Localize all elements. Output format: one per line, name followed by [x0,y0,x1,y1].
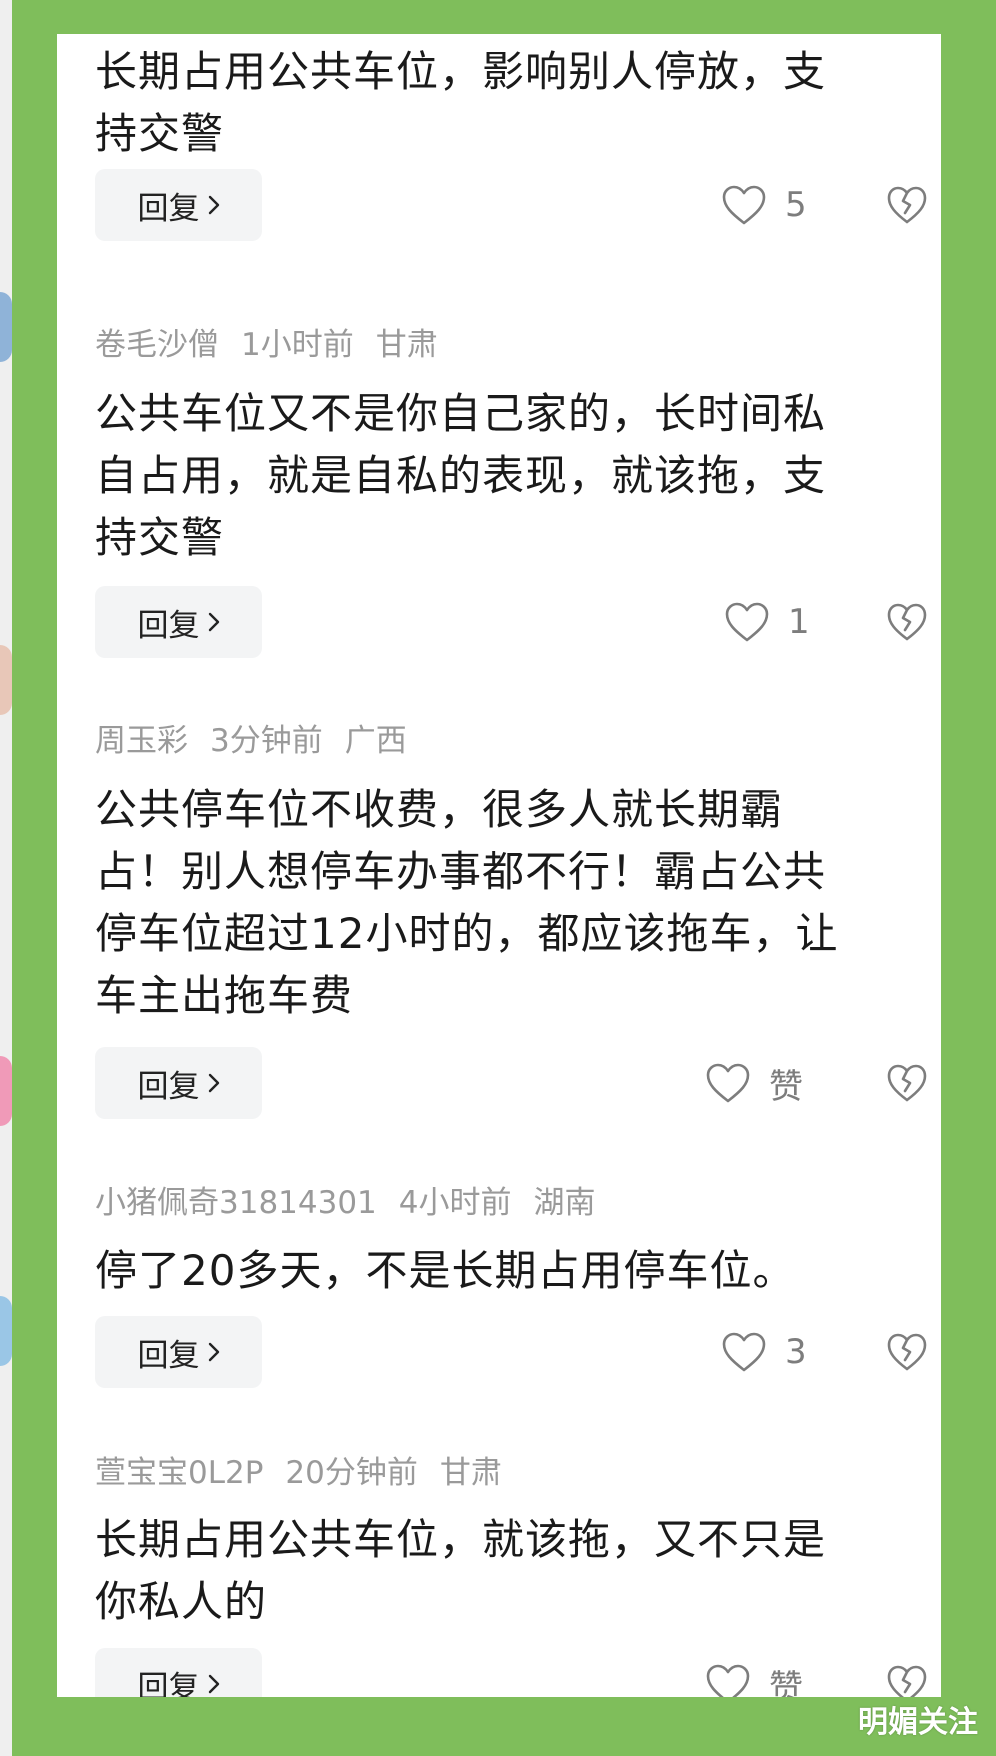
like-button[interactable]: 5 [721,169,807,241]
chevron-right-icon [208,1342,219,1362]
comment-time: 1小时前 [241,327,354,363]
reply-button[interactable]: 回复 [95,1648,262,1697]
comment-meta: 周玉彩 3分钟前 广西 [95,721,429,761]
heart-outline-icon [722,185,766,225]
comment-location: 广西 [344,723,407,759]
chevron-right-icon [208,195,219,215]
reply-button[interactable]: 回复 [95,1047,262,1119]
comment-meta: 小猪佩奇31814301 4小时前 湖南 [95,1183,618,1223]
like-button[interactable]: 赞 [705,1648,803,1697]
heart-outline-icon [722,1332,766,1372]
comment-location: 湖南 [533,1185,596,1221]
like-count: 5 [785,185,807,225]
reply-button[interactable]: 回复 [95,586,262,658]
like-count: 赞 [769,1066,803,1107]
comment-text: 长期占用公共车位，影响别人停放，支 持交警 [95,47,827,158]
comment-text: 停了20多天，不是长期占用停车位。 [95,1246,796,1295]
username[interactable]: 萱宝宝0L2P [95,1455,263,1491]
comment-list: 长期占用公共车位，影响别人停放，支 持交警 回复 5 卷毛沙僧 1小时前 甘肃 公共… [57,34,941,1697]
comment-text: 长期占用公共车位，就该拖，又不只是 你私人的 [95,1515,827,1626]
comment-time: 3分钟前 [210,723,323,759]
avatar [0,1056,12,1126]
chevron-right-icon [208,1674,219,1694]
dislike-button[interactable] [885,1316,929,1388]
dislike-button[interactable] [885,586,929,658]
comment-text: 公共车位又不是你自己家的，长时间私 自占用，就是自私的表现，就该拖，支 持交警 [95,389,827,562]
broken-heart-icon [887,186,927,224]
chevron-right-icon [208,1073,219,1093]
chevron-right-icon [208,612,219,632]
like-button[interactable]: 赞 [705,1047,803,1119]
dislike-button[interactable] [885,169,929,241]
like-button[interactable]: 3 [721,1316,807,1388]
watermark: 明媚关注 [858,1705,978,1740]
username[interactable]: 小猪佩奇31814301 [95,1185,377,1221]
reply-button[interactable]: 回复 [95,169,262,241]
like-count: 3 [785,1332,807,1372]
like-button[interactable]: 1 [724,586,810,658]
like-count: 赞 [769,1667,803,1698]
comment-time: 20分钟前 [285,1455,418,1491]
like-count: 1 [788,602,810,642]
comment-meta: 卷毛沙僧 1小时前 甘肃 [95,325,460,365]
heart-outline-icon [725,602,769,642]
comment-time: 4小时前 [398,1185,512,1221]
broken-heart-icon [887,1064,927,1102]
avatar [0,292,12,362]
heart-outline-icon [706,1063,750,1103]
avatar [0,1296,12,1366]
left-strip [0,0,12,1756]
reply-button[interactable]: 回复 [95,1316,262,1388]
username[interactable]: 周玉彩 [95,723,188,759]
comment-text: 公共停车位不收费，很多人就长期霸 占！别人想停车办事都不行！霸占公共 停车位超过… [95,785,839,1020]
heart-outline-icon [706,1664,750,1697]
username[interactable]: 卷毛沙僧 [95,327,219,363]
comment-location: 甘肃 [375,327,438,363]
broken-heart-icon [887,603,927,641]
dislike-button[interactable] [885,1047,929,1119]
comment-location: 甘肃 [439,1455,502,1491]
broken-heart-icon [887,1665,927,1697]
avatar [0,645,12,715]
comment-meta: 萱宝宝0L2P 20分钟前 甘肃 [95,1453,524,1493]
dislike-button[interactable] [885,1648,929,1697]
broken-heart-icon [887,1333,927,1371]
